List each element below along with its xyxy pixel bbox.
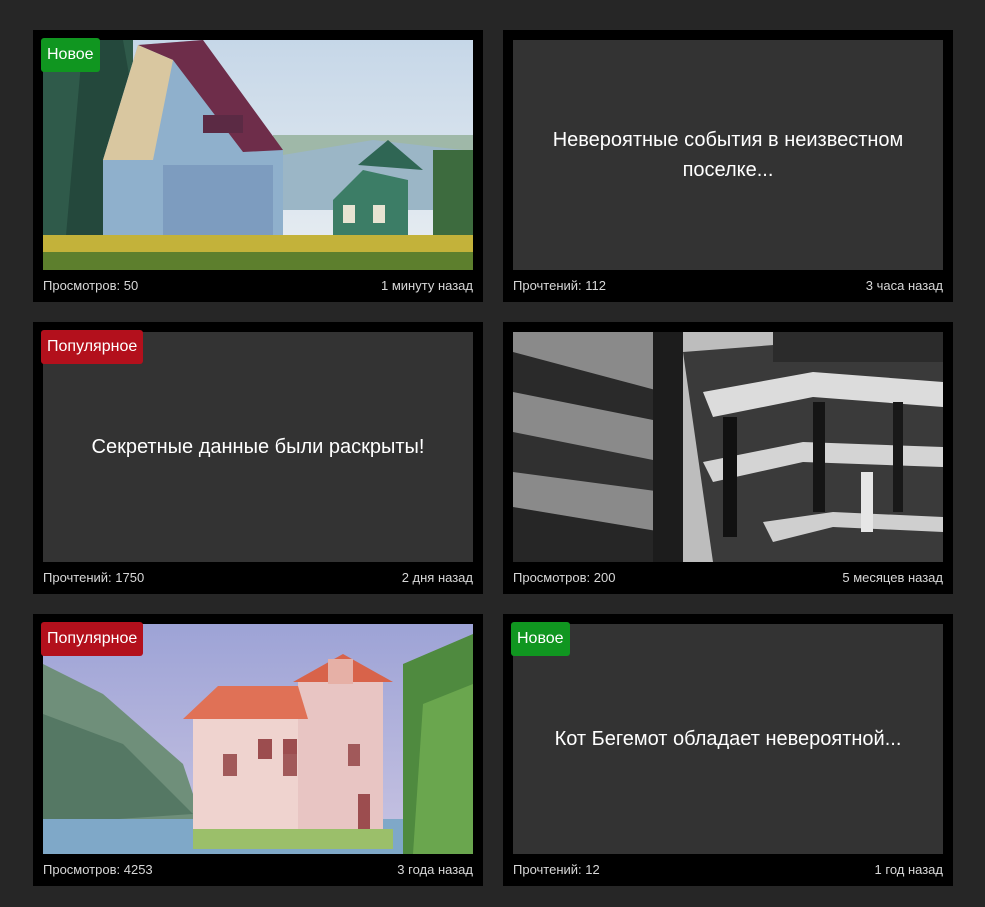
card-meta: Прочтений: 112 3 часа назад <box>513 278 943 294</box>
painting-house-village-image <box>43 40 473 270</box>
views-count: Просмотров: 50 <box>43 278 139 293</box>
timestamp: 2 дня назад <box>401 570 473 585</box>
card-meta: Просмотров: 200 5 месяцев назад <box>513 570 943 586</box>
news-card[interactable]: Новое Просмотров: 50 1 минуту назад <box>33 30 483 302</box>
timestamp: 3 часа назад <box>865 278 943 293</box>
painting-white-house-lake-image <box>43 624 473 854</box>
views-count: Просмотров: 200 <box>513 570 616 585</box>
timestamp: 1 минуту назад <box>381 278 473 293</box>
card-meta: Просмотров: 4253 3 года назад <box>43 862 473 878</box>
timestamp: 3 года назад <box>397 862 473 877</box>
news-card[interactable]: Секретные данные были раскрыты! Популярн… <box>33 322 483 594</box>
badge-popular: Популярное <box>41 622 144 656</box>
badge-popular: Популярное <box>41 330 144 364</box>
news-card[interactable]: Невероятные события в неизвестном поселк… <box>503 30 953 302</box>
ink-building-construction-image <box>513 332 943 562</box>
timestamp: 5 месяцев назад <box>842 570 943 585</box>
news-card[interactable]: Просмотров: 200 5 месяцев назад <box>503 322 953 594</box>
card-title[interactable]: Невероятные события в неизвестном поселк… <box>533 40 923 270</box>
reads-count: Прочтений: 1750 <box>43 570 145 585</box>
card-text-placeholder[interactable]: Секретные данные были раскрыты! <box>43 332 473 562</box>
card-text-placeholder[interactable]: Невероятные события в неизвестном поселк… <box>513 40 943 270</box>
timestamp: 1 год назад <box>874 862 943 877</box>
news-card[interactable]: Популярное Просмотров: 4253 3 года назад <box>33 614 483 886</box>
badge-new: Новое <box>511 622 570 656</box>
card-image[interactable] <box>43 40 473 270</box>
news-grid: Новое Просмотров: 50 1 минуту назад Неве… <box>0 0 985 907</box>
card-meta: Просмотров: 50 1 минуту назад <box>43 278 473 294</box>
views-count: Просмотров: 4253 <box>43 862 153 877</box>
card-title[interactable]: Кот Бегемот обладает невероятной... <box>533 624 923 854</box>
card-text-placeholder[interactable]: Кот Бегемот обладает невероятной... <box>513 624 943 854</box>
card-image[interactable] <box>513 332 943 562</box>
card-meta: Прочтений: 1750 2 дня назад <box>43 570 473 586</box>
badge-new: Новое <box>41 38 100 72</box>
reads-count: Прочтений: 12 <box>513 862 600 877</box>
card-image[interactable] <box>43 624 473 854</box>
news-card[interactable]: Кот Бегемот обладает невероятной... Ново… <box>503 614 953 886</box>
reads-count: Прочтений: 112 <box>513 278 606 293</box>
card-meta: Прочтений: 12 1 год назад <box>513 862 943 878</box>
card-title[interactable]: Секретные данные были раскрыты! <box>63 332 453 562</box>
